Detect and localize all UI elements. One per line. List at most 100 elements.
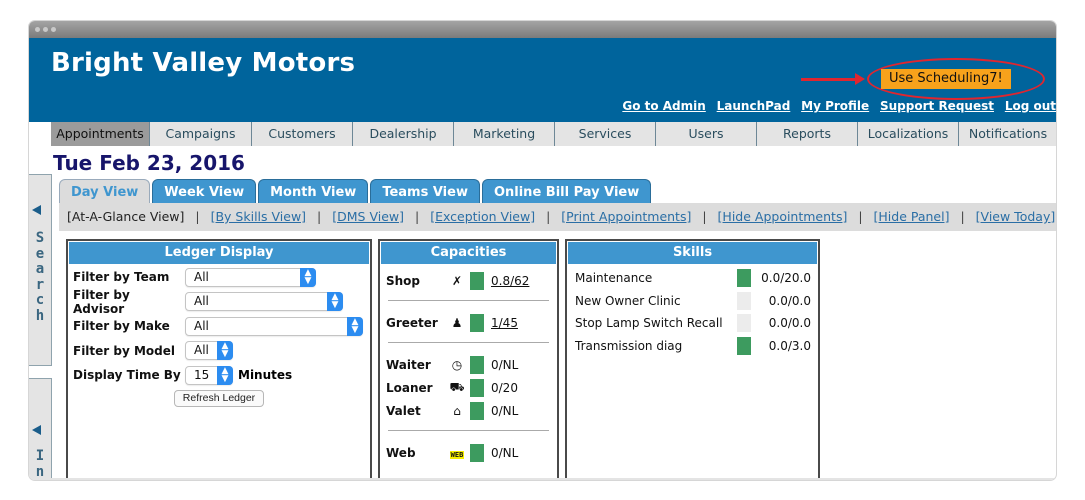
brand-title: Bright Valley Motors: [51, 48, 356, 78]
filter-make-select[interactable]: All ▲ ▼: [185, 316, 363, 336]
nav-services[interactable]: Services: [555, 122, 656, 146]
filter-team-select[interactable]: All ▲ ▼: [185, 267, 316, 287]
nav-dealership[interactable]: Dealership: [353, 122, 454, 146]
window-bottom-edge: [29, 478, 1056, 480]
ledger-display-title: Ledger Display: [69, 242, 369, 264]
ledger-display-panel: Ledger Display Filter by Team All ▲ ▼ Filt…: [66, 239, 372, 480]
nav-localizations[interactable]: Localizations: [858, 122, 959, 146]
tab-week-view[interactable]: Week View: [152, 179, 257, 203]
tab-teams-view[interactable]: Teams View: [370, 179, 480, 203]
exception-view-link[interactable]: [Exception View]: [430, 209, 535, 224]
select-arrows-icon: ▲ ▼: [217, 341, 233, 361]
collapse-left-icon: [32, 425, 41, 435]
status-swatch: [470, 313, 484, 332]
capacities-panel: Capacities Shop ✗ 0.8/62 Greeter ♟ 1/45 …: [378, 239, 559, 480]
skills-panel: Skills Maintenance 0.0/20.0 New Owner Cl…: [565, 239, 820, 480]
capacity-row-loaner: Loaner ⛟ 0/20: [386, 378, 518, 397]
main-nav: Appointments Campaigns Customers Dealers…: [29, 120, 1056, 146]
at-a-glance-view-current: [At-A-Glance View]: [67, 209, 185, 224]
filter-team-row: Filter by Team All ▲ ▼: [68, 265, 370, 290]
status-swatch: [737, 314, 751, 333]
hide-panel-link[interactable]: [Hide Panel]: [874, 209, 950, 224]
annotation-arrow-icon: [801, 73, 865, 85]
status-swatch: [470, 401, 484, 420]
support-request-link[interactable]: Support Request: [880, 99, 994, 113]
filter-model-row: Filter by Model All ▲ ▼: [68, 339, 370, 364]
window-close-dot[interactable]: [35, 27, 40, 32]
hide-appointments-link[interactable]: [Hide Appointments]: [718, 209, 848, 224]
status-swatch: [737, 336, 751, 355]
skill-row: Transmission diag 0.0/3.0: [575, 336, 811, 355]
status-swatch: [470, 378, 484, 397]
status-swatch: [470, 271, 484, 290]
capacity-row-shop: Shop ✗ 0.8/62: [386, 271, 530, 290]
status-swatch: [737, 269, 751, 288]
collapse-left-icon: [32, 205, 41, 215]
browser-window: Bright Valley Motors Use Scheduling7! Go…: [29, 21, 1056, 480]
filter-advisor-row: Filter by Advisor All ▲ ▼: [68, 288, 370, 316]
nav-marketing[interactable]: Marketing: [454, 122, 555, 146]
clock-icon: ◷: [451, 357, 463, 372]
minutes-label: Minutes: [238, 368, 293, 383]
info-side-label: In: [35, 448, 45, 480]
date-title: Tue Feb 23, 2016: [53, 151, 245, 175]
status-swatch: [470, 443, 484, 462]
person-icon: ♟: [451, 315, 463, 330]
filter-advisor-select[interactable]: All ▲ ▼: [185, 292, 343, 312]
skill-row: Stop Lamp Switch Recall 0.0/0.0: [575, 314, 811, 333]
nav-notifications[interactable]: Notifications: [959, 122, 1056, 146]
capacity-row-web: Web WEB 0/NL: [386, 443, 519, 462]
skill-row: New Owner Clinic 0.0/0.0: [575, 291, 811, 310]
car-icon: ⛟: [449, 379, 465, 394]
nav-users[interactable]: Users: [656, 122, 757, 146]
launchpad-link[interactable]: LaunchPad: [717, 99, 791, 113]
filter-make-row: Filter by Make All ▲ ▼: [68, 314, 370, 339]
print-appointments-link[interactable]: [Print Appointments]: [561, 209, 691, 224]
home-icon: ⌂: [453, 403, 461, 418]
go-to-admin-link[interactable]: Go to Admin: [622, 99, 705, 113]
nav-appointments[interactable]: Appointments: [51, 122, 150, 146]
my-profile-link[interactable]: My Profile: [801, 99, 869, 113]
capacity-row-greeter: Greeter ♟ 1/45: [386, 313, 518, 332]
greeter-capacity-link[interactable]: 1/45: [491, 316, 518, 330]
web-badge-icon: WEB: [449, 450, 465, 459]
use-scheduling7-button[interactable]: Use Scheduling7!: [881, 69, 1011, 89]
view-sub-nav: [At-A-Glance View] | [By Skills View] | …: [59, 203, 1056, 231]
wrench-icon: ✗: [451, 273, 463, 288]
nav-customers[interactable]: Customers: [252, 122, 353, 146]
window-zoom-dot[interactable]: [51, 27, 56, 32]
divider: [388, 300, 549, 301]
view-today-link[interactable]: [View Today]: [976, 209, 1056, 224]
skill-row: Maintenance 0.0/20.0: [575, 269, 811, 288]
display-time-select[interactable]: 15 ▲ ▼: [185, 365, 233, 385]
search-side-label: Search: [35, 230, 45, 324]
info-side-tab[interactable]: In: [29, 378, 52, 480]
view-tabs: Day View Week View Month View Teams View…: [59, 179, 653, 203]
search-side-tab[interactable]: Search: [29, 174, 52, 366]
status-swatch: [737, 291, 751, 310]
divider: [388, 430, 549, 431]
shop-capacity-link[interactable]: 0.8/62: [491, 274, 529, 288]
select-arrows-icon: ▲ ▼: [347, 316, 363, 336]
refresh-ledger-button[interactable]: Refresh Ledger: [173, 389, 265, 407]
window-minimize-dot[interactable]: [43, 27, 48, 32]
log-out-link[interactable]: Log out: [1005, 99, 1056, 113]
status-swatch: [470, 355, 484, 374]
top-links: Go to Admin LaunchPad My Profile Support…: [615, 99, 1056, 113]
capacities-title: Capacities: [381, 242, 556, 264]
divider: [388, 342, 549, 343]
capacity-row-valet: Valet ⌂ 0/NL: [386, 401, 519, 420]
nav-reports[interactable]: Reports: [757, 122, 858, 146]
select-arrows-icon: ▲ ▼: [327, 292, 343, 312]
by-skills-view-link[interactable]: [By Skills View]: [211, 209, 306, 224]
tab-online-bill-pay-view[interactable]: Online Bill Pay View: [481, 179, 652, 203]
select-arrows-icon: ▲ ▼: [300, 267, 316, 287]
tab-month-view[interactable]: Month View: [258, 179, 369, 203]
filter-model-select[interactable]: All ▲ ▼: [185, 341, 233, 361]
tab-day-view[interactable]: Day View: [59, 179, 151, 203]
window-titlebar: [29, 21, 1056, 38]
nav-campaigns[interactable]: Campaigns: [150, 122, 252, 146]
capacity-row-waiter: Waiter ◷ 0/NL: [386, 355, 519, 374]
dms-view-link[interactable]: [DMS View]: [332, 209, 404, 224]
display-time-row: Display Time By 15 ▲ ▼ Minutes: [73, 365, 293, 385]
